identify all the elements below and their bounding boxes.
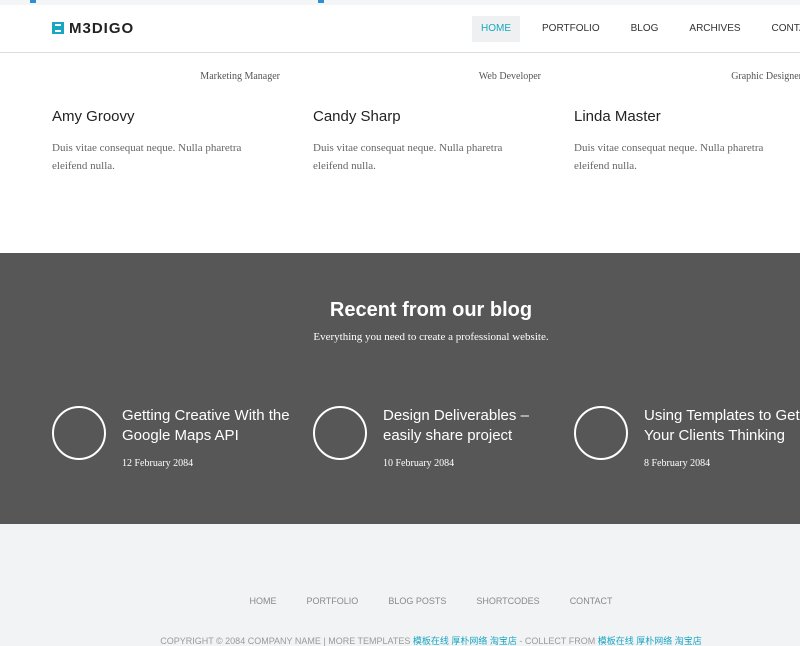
nav-home[interactable]: HOME: [472, 16, 520, 42]
copyright: COPYRIGHT © 2084 COMPANY NAME | MORE TEM…: [0, 634, 800, 646]
footer-link-portfolio[interactable]: PORTFOLIO: [306, 596, 358, 606]
post-thumbnail-circle[interactable]: [52, 406, 106, 460]
logo-text: M3DIGO: [69, 19, 135, 37]
member-description: Duis vitae consequat neque. Nulla pharet…: [52, 142, 242, 172]
blog-post: Using Templates to Get Your Clients Thin…: [574, 406, 800, 476]
footer-link-shortcodes[interactable]: SHORTCODES: [476, 596, 539, 606]
copyright-link-templates[interactable]: 模板在线 厚朴网络 淘宝店: [413, 636, 517, 646]
post-title[interactable]: Using Templates to Get Your Clients Thin…: [644, 406, 800, 446]
blog-post: Design Deliverables – easily share proje…: [313, 406, 574, 476]
member-role: Graphic Designer: [731, 71, 800, 82]
team-section: Marketing Manager Amy Groovy Duis vitae …: [0, 54, 800, 253]
nav-archives[interactable]: ARCHIVES: [680, 16, 749, 42]
member-description: Duis vitae consequat neque. Nulla pharet…: [574, 142, 764, 172]
sliver-mark: [30, 0, 36, 3]
nav-contact[interactable]: CONTACT: [763, 16, 800, 42]
page: M3DIGO HOME PORTFOLIO BLOG ARCHIVES CONT…: [0, 0, 800, 646]
blog-section: Recent from our blog Everything you need…: [0, 253, 800, 524]
blog-subtitle: Everything you need to create a professi…: [313, 331, 549, 343]
member-name[interactable]: Amy Groovy: [52, 108, 135, 125]
main-nav: HOME PORTFOLIO BLOG ARCHIVES CONTACT: [472, 16, 800, 42]
blog-title: Recent from our blog: [329, 299, 533, 321]
post-date: 12 February 2084: [122, 458, 194, 469]
logo[interactable]: M3DIGO: [52, 19, 135, 37]
blog-post: Getting Creative With the Google Maps AP…: [52, 406, 313, 476]
nav-portfolio[interactable]: PORTFOLIO: [533, 16, 609, 42]
site-header: M3DIGO HOME PORTFOLIO BLOG ARCHIVES CONT…: [0, 5, 800, 53]
footer-link-contact[interactable]: CONTACT: [570, 596, 613, 606]
post-title[interactable]: Getting Creative With the Google Maps AP…: [122, 406, 302, 446]
member-role: Marketing Manager: [200, 71, 280, 82]
post-thumbnail-circle[interactable]: [313, 406, 367, 460]
sliver-mark: [318, 0, 324, 3]
member-role: Web Developer: [478, 71, 541, 82]
post-date: 8 February 2084: [644, 458, 711, 469]
footer-nav: HOME PORTFOLIO BLOG POSTS SHORTCODES CON…: [0, 596, 800, 606]
post-thumbnail-circle[interactable]: [574, 406, 628, 460]
post-date: 10 February 2084: [383, 458, 455, 469]
copyright-collect-text: - COLLECT FROM: [516, 636, 598, 646]
member-name[interactable]: Candy Sharp: [313, 108, 401, 125]
member-description: Duis vitae consequat neque. Nulla pharet…: [313, 142, 503, 172]
post-title[interactable]: Design Deliverables – easily share proje…: [383, 406, 563, 446]
site-footer: HOME PORTFOLIO BLOG POSTS SHORTCODES CON…: [0, 524, 800, 646]
logo-icon: [52, 22, 64, 34]
footer-link-home[interactable]: HOME: [249, 596, 276, 606]
nav-blog[interactable]: BLOG: [622, 16, 668, 42]
member-name[interactable]: Linda Master: [574, 108, 661, 125]
copyright-link-collect[interactable]: 模板在线 厚朴网络 淘宝店: [598, 636, 702, 646]
copyright-text: COPYRIGHT © 2084 COMPANY NAME | MORE TEM…: [160, 636, 413, 646]
footer-link-blog-posts[interactable]: BLOG POSTS: [388, 596, 446, 606]
